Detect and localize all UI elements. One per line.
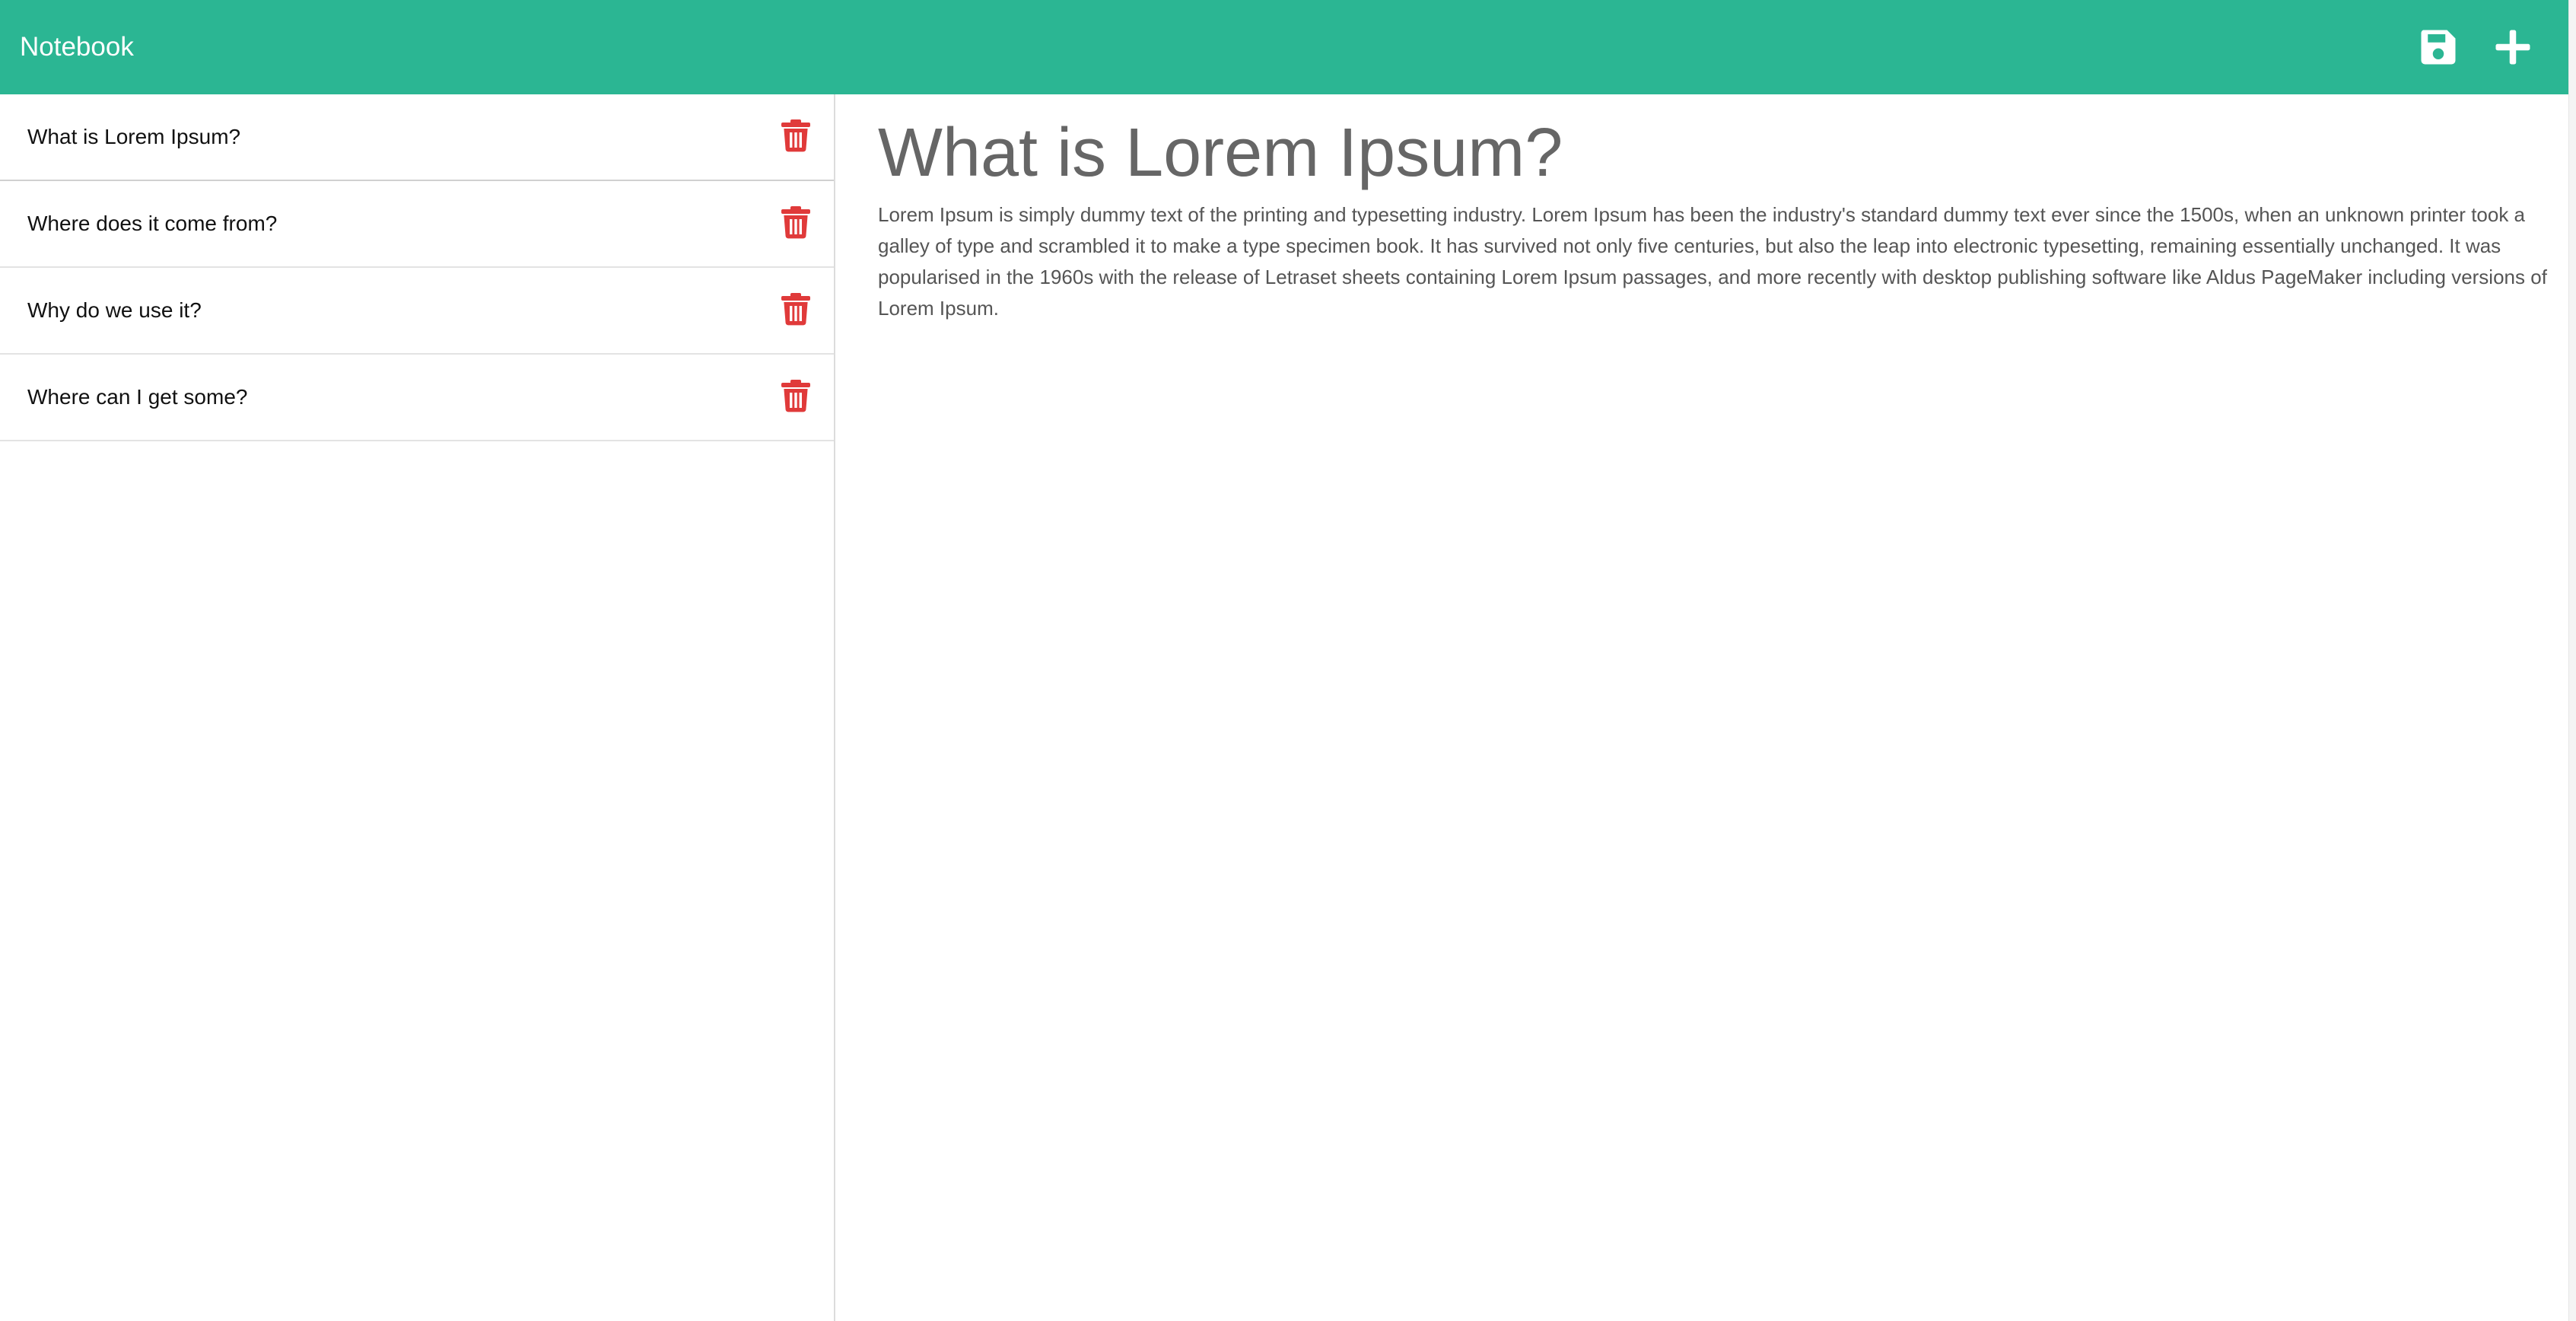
list-item[interactable]: Where can I get some?	[0, 355, 834, 441]
note-title: Where can I get some?	[27, 385, 248, 409]
trash-icon	[781, 380, 810, 412]
plus-icon	[2495, 30, 2530, 65]
list-item[interactable]: Why do we use it?	[0, 268, 834, 355]
delete-note-button[interactable]	[781, 292, 811, 326]
delete-note-button[interactable]	[781, 119, 811, 152]
scrollbar[interactable]	[2568, 0, 2576, 1321]
save-button[interactable]	[2415, 24, 2461, 70]
note-body[interactable]: Lorem Ipsum is simply dummy text of the …	[878, 199, 2552, 324]
delete-note-button[interactable]	[781, 379, 811, 412]
trash-icon	[781, 119, 810, 152]
note-title: Where does it come from?	[27, 212, 278, 235]
note-title: What is Lorem Ipsum?	[27, 125, 241, 148]
add-note-button[interactable]	[2490, 24, 2536, 70]
floppy-disk-icon	[2421, 30, 2456, 65]
list-item[interactable]: What is Lorem Ipsum?	[0, 94, 834, 181]
app-title[interactable]: Notebook	[20, 26, 134, 68]
trash-icon	[781, 293, 810, 326]
note-heading[interactable]: What is Lorem Ipsum?	[878, 111, 1563, 195]
delete-note-button[interactable]	[781, 205, 811, 239]
list-item[interactable]: Where does it come from?	[0, 181, 834, 268]
trash-icon	[781, 206, 810, 239]
note-editor: What is Lorem Ipsum? Lorem Ipsum is simp…	[835, 94, 2568, 1321]
notes-list: What is Lorem Ipsum? Where does it come …	[0, 94, 835, 1321]
note-title: Why do we use it?	[27, 298, 202, 322]
navbar: Notebook	[0, 0, 2568, 94]
